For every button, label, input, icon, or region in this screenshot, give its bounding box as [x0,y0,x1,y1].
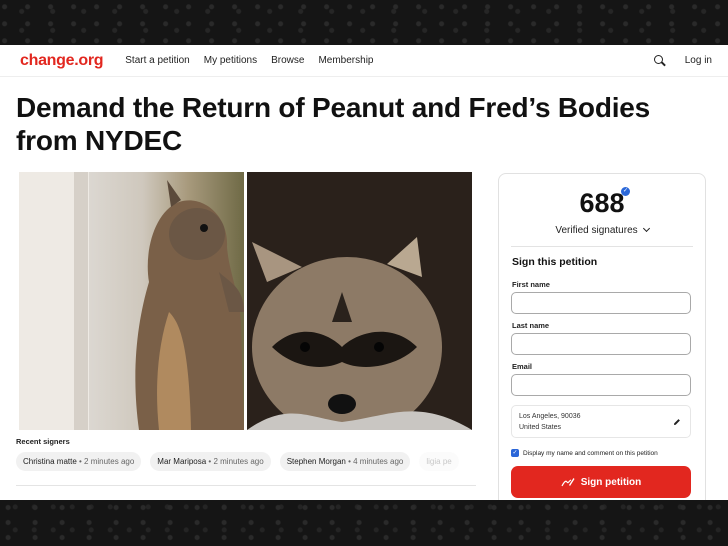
top-navigation: change.org Start a petition My petitions… [0,45,728,77]
signer-time: • 2 minutes ago [76,457,135,466]
squirrel-photo [19,172,244,430]
sign-petition-button[interactable]: Sign petition [511,466,691,498]
location-country: United States [519,424,562,431]
display-name-checkbox[interactable]: ✓ [511,449,519,457]
verified-signatures-toggle[interactable]: Verified signatures [499,224,705,236]
search-icon[interactable] [653,54,667,68]
signer-name: ligia pe [426,457,452,466]
nav-start-petition[interactable]: Start a petition [125,55,189,66]
change-logo[interactable]: change.org [20,52,104,70]
pencil-icon[interactable] [673,418,681,426]
panel-divider [511,246,693,247]
signer-time: • 4 minutes ago [345,457,404,466]
email-field[interactable] [511,374,691,396]
signer-chip: Stephen Morgan • 4 minutes ago [279,452,411,471]
recent-signers-label: Recent signers [16,437,70,446]
sign-petition-label: Sign petition [580,476,642,488]
signer-name: Mar Mariposa [157,457,207,466]
signer-chip: Mar Mariposa • 2 minutes ago [150,452,271,471]
last-name-label: Last name [512,321,550,330]
login-link[interactable]: Log in [685,55,712,66]
display-name-label: Display my name and comment on this peti… [523,449,658,457]
raccoon-photo [247,172,472,430]
signature-count-row: 688 [499,188,705,219]
sign-title: Sign this petition [512,256,598,268]
signer-name: Christina matte [23,457,77,466]
verified-check-icon: ✓ [621,187,630,196]
petition-page: change.org Start a petition My petitions… [0,45,728,500]
last-name-field[interactable] [511,333,691,355]
sign-panel: 688 ✓ Verified signatures Sign this peti… [498,173,706,500]
location-city: Los Angeles, 90036 [519,413,581,420]
signer-name: Stephen Morgan [286,457,346,466]
signature-pen-icon [561,478,575,487]
nav-my-petitions[interactable]: My petitions [204,55,257,66]
location-field[interactable]: Los Angeles, 90036 United States [511,405,691,438]
recent-signers-list: Christina matte • 2 minutes ago Mar Mari… [16,452,478,471]
section-divider [16,485,476,486]
petition-photos [19,172,472,430]
petition-title: Demand the Return of Peanut and Fred’s B… [16,92,651,156]
verified-signatures-label: Verified signatures [555,225,638,236]
chevron-down-icon [642,224,650,233]
first-name-field[interactable] [511,292,691,314]
nav-browse[interactable]: Browse [271,55,304,66]
background-texture-bottom [0,500,728,546]
email-label: Email [512,362,533,371]
display-name-option[interactable]: ✓ Display my name and comment on this pe… [511,449,658,457]
signer-chip: Christina matte • 2 minutes ago [16,452,142,471]
first-name-label: First name [512,280,550,289]
background-texture-top [0,0,728,45]
signer-chip: ligia pe [419,452,459,471]
signer-time: • 2 minutes ago [206,457,264,466]
nav-membership[interactable]: Membership [318,55,373,66]
signature-count: 688 [579,188,625,218]
